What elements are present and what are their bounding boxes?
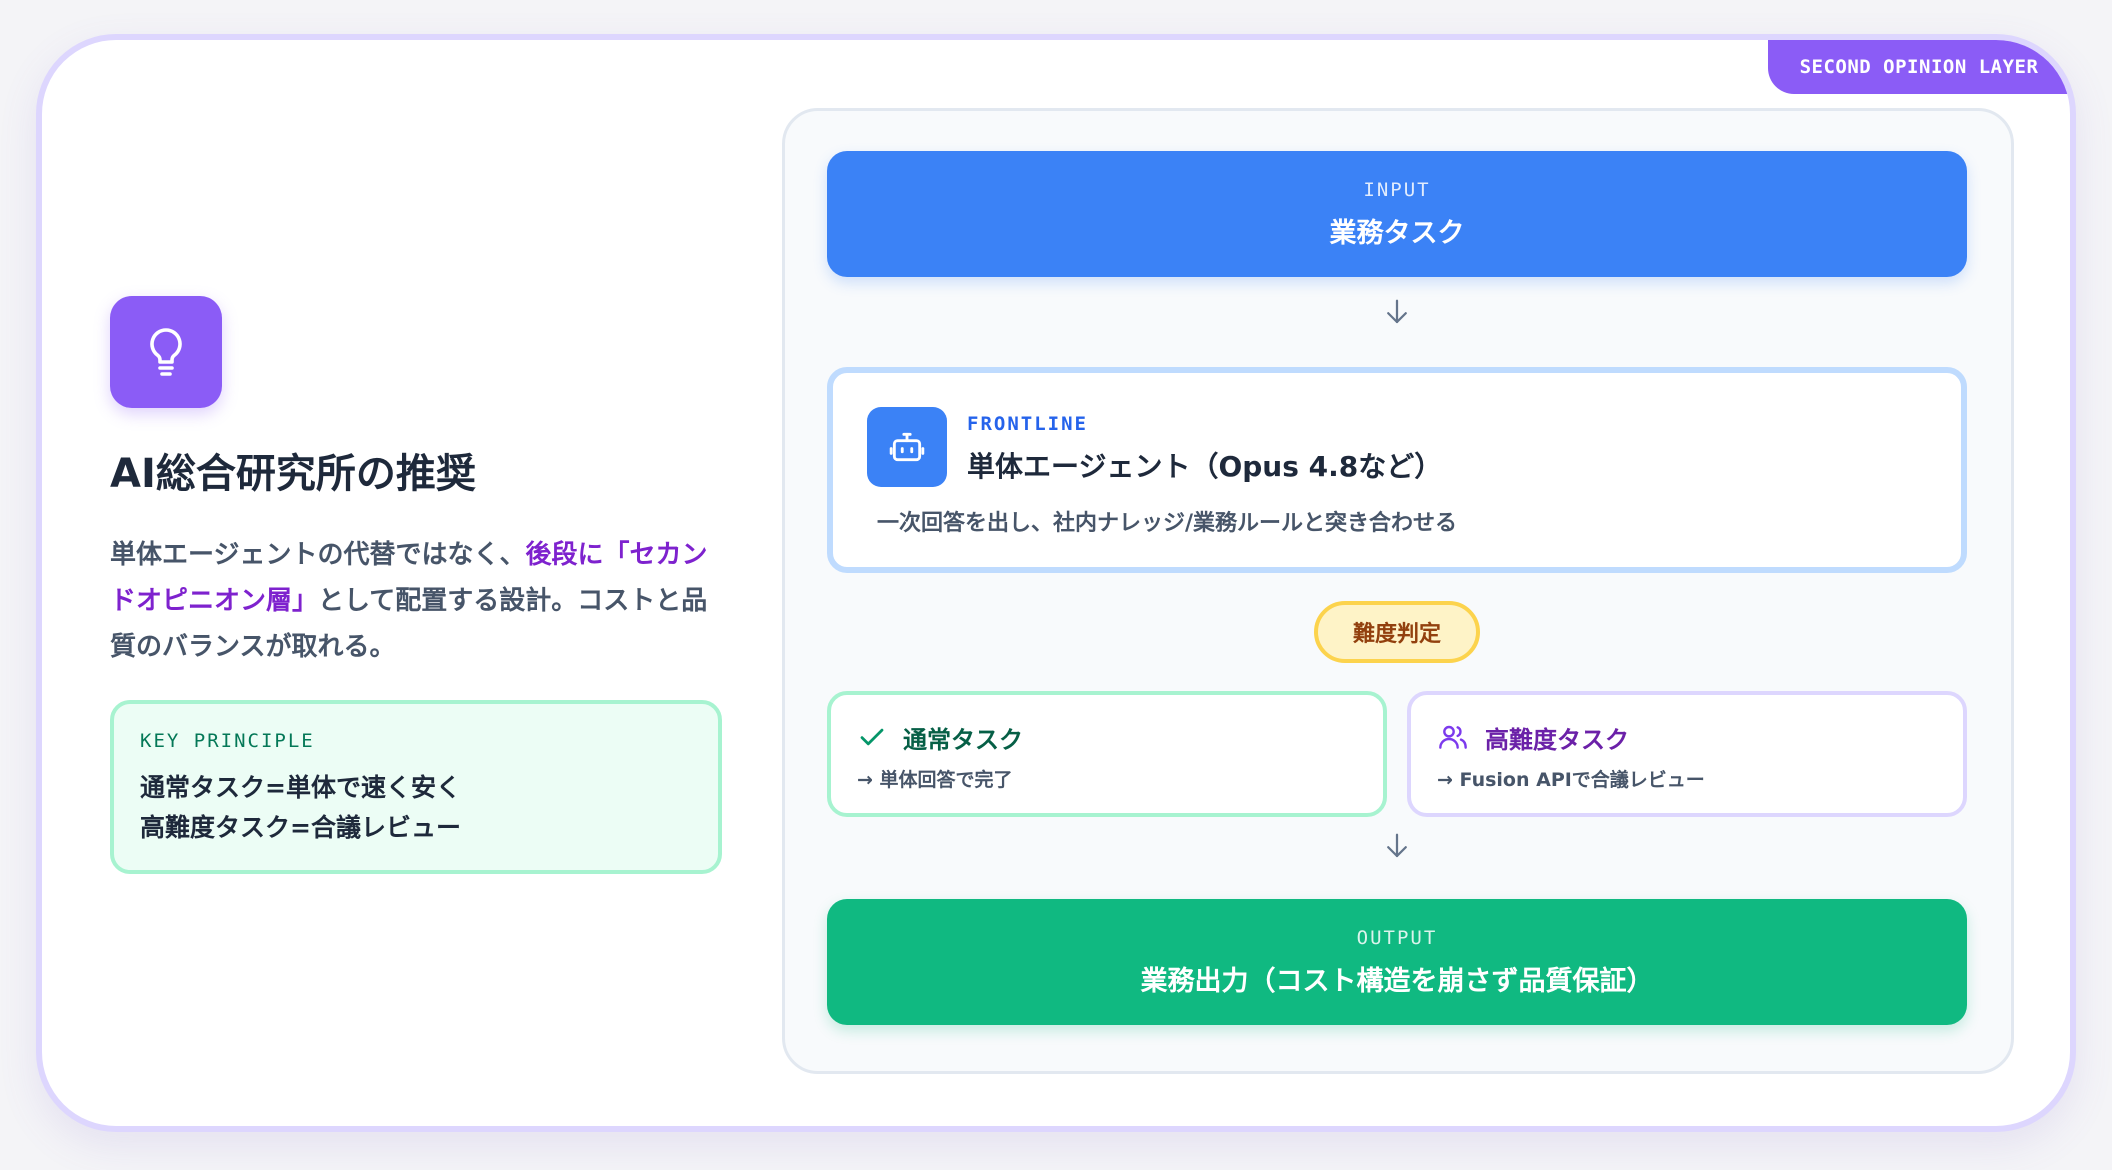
input-title: 業務タスク xyxy=(1329,217,1465,249)
input-block: INPUT 業務タスク xyxy=(827,151,1967,277)
normal-task-note: → 単体回答で完了 xyxy=(857,769,1013,791)
check-icon xyxy=(860,728,884,746)
robot-icon xyxy=(867,407,947,487)
desc-text-before: 単体エージェントの代替ではなく、 xyxy=(110,540,526,570)
flow-diagram: INPUT 業務タスク FRONTLINE 単体エージェント（Opus 4.8な… xyxy=(782,108,2014,1074)
recommendation-card: SECOND OPINION LAYER AI総合研究所の推奨 単体エージェント… xyxy=(36,34,2076,1132)
arrow-down-icon xyxy=(1387,833,1407,858)
hard-task-branch: 高難度タスク → Fusion APIで合議レビュー xyxy=(1407,691,1967,817)
hard-task-note: → Fusion APIで合議レビュー xyxy=(1437,769,1705,791)
key-principle-label: KEY PRINCIPLE xyxy=(140,730,315,752)
page-title: AI総合研究所の推奨 xyxy=(110,451,476,497)
principle-line-normal: 通常タスク=単体で速く安く xyxy=(140,773,461,802)
difficulty-judgment-badge: 難度判定 xyxy=(1314,601,1480,663)
lightbulb-icon xyxy=(110,296,222,408)
output-caption: OUTPUT xyxy=(1356,926,1438,949)
frontline-block: FRONTLINE 単体エージェント（Opus 4.8など） 一次回答を出し、社… xyxy=(827,367,1967,573)
normal-task-branch: 通常タスク → 単体回答で完了 xyxy=(827,691,1387,817)
frontline-caption: FRONTLINE xyxy=(967,413,1088,435)
output-title: 業務出力（コスト構造を崩さず品質保証） xyxy=(1140,965,1654,997)
recommendation-description: 単体エージェントの代替ではなく、後段に「セカンドオピニオン層」として配置する設計… xyxy=(110,532,710,670)
hard-task-title: 高難度タスク xyxy=(1485,725,1629,754)
second-opinion-badge: SECOND OPINION LAYER xyxy=(1768,40,2070,94)
normal-task-title: 通常タスク xyxy=(903,725,1023,754)
input-caption: INPUT xyxy=(1363,178,1431,201)
principle-line-hard: 高難度タスク=合議レビュー xyxy=(140,813,461,842)
frontline-description: 一次回答を出し、社内ナレッジ/業務ルールと突き合わせる xyxy=(877,511,1458,536)
users-icon xyxy=(1439,725,1467,749)
key-principle-box: KEY PRINCIPLE 通常タスク=単体で速く安く 高難度タスク=合議レビュ… xyxy=(110,700,722,874)
output-block: OUTPUT 業務出力（コスト構造を崩さず品質保証） xyxy=(827,899,1967,1025)
frontline-title: 単体エージェント（Opus 4.8など） xyxy=(967,450,1443,483)
arrow-down-icon xyxy=(1387,299,1407,324)
